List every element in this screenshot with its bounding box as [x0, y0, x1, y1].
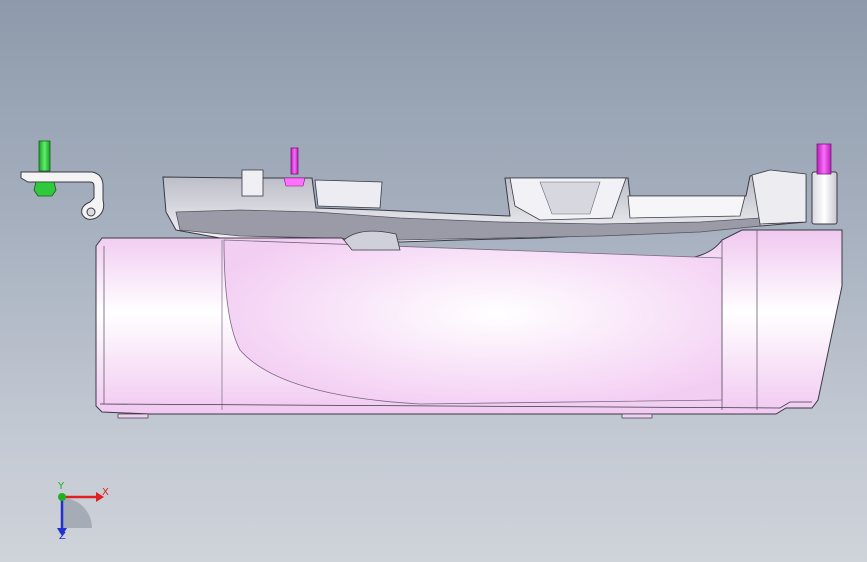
green-pin [38, 140, 51, 172]
magenta-pin-base [283, 177, 306, 187]
post-right [811, 171, 838, 225]
bracket-part[interactable] [20, 140, 105, 220]
foot-left [117, 413, 149, 419]
tray-block-left [314, 179, 383, 209]
boss-left [241, 169, 264, 197]
foot-right [621, 413, 653, 419]
magenta-pin-right [816, 143, 832, 175]
y-axis-dot [58, 493, 66, 501]
x-axis-label: X [102, 487, 109, 498]
boss-right-housing [751, 169, 807, 225]
3d-viewport[interactable]: X Y Z [0, 0, 867, 562]
y-axis-label: Y [58, 481, 65, 492]
cad-model-scene[interactable] [0, 0, 867, 562]
z-axis-label: Z [59, 531, 66, 542]
magenta-pin-left [290, 147, 299, 175]
upper-tray[interactable] [162, 143, 838, 243]
housing-front-panel [223, 239, 723, 405]
axis-triad [57, 492, 104, 536]
main-housing[interactable] [95, 229, 843, 419]
green-nut [33, 181, 57, 197]
tray-block-right [627, 195, 746, 219]
triad-shading [62, 498, 92, 528]
bracket-hole [86, 207, 96, 217]
